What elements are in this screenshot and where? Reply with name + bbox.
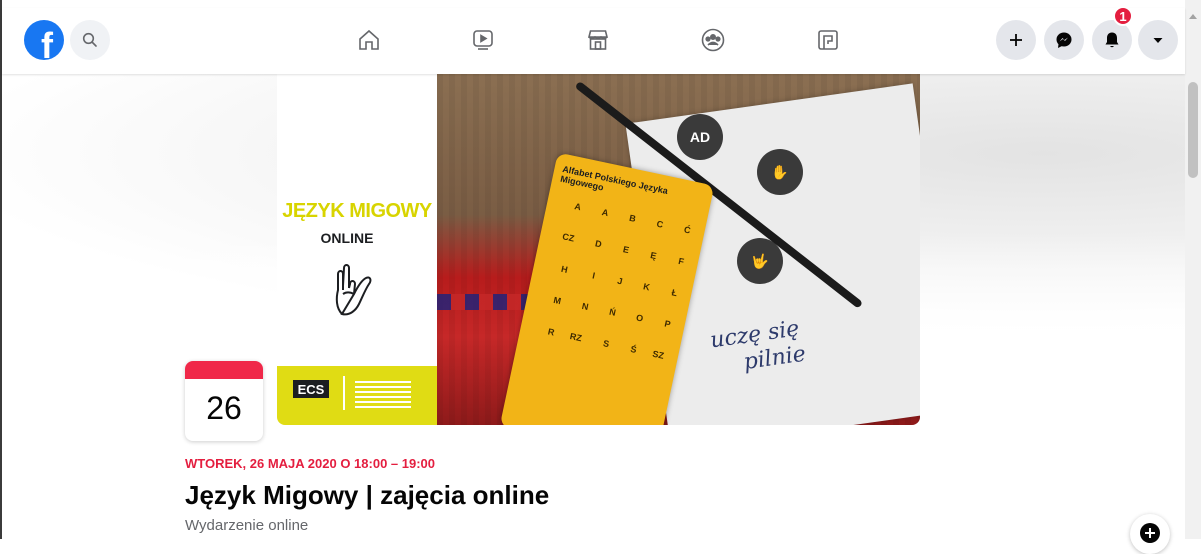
gaming-icon <box>818 30 838 50</box>
account-menu-button[interactable] <box>1138 20 1178 60</box>
event-type: Wydarzenie online <box>185 517 309 534</box>
scrollbar-thumb[interactable] <box>1188 82 1198 178</box>
alphabet-letter: D <box>594 238 603 250</box>
sign-language-hand-icon <box>332 264 378 323</box>
notification-count-badge: 1 <box>1113 6 1133 26</box>
alphabet-letter: N <box>580 300 590 313</box>
bell-icon <box>1105 32 1119 48</box>
messenger-button[interactable] <box>1044 20 1084 60</box>
alphabet-letter: F <box>677 255 685 267</box>
ecs-logo: ECS <box>293 380 329 398</box>
audio-description-badge: AD <box>677 114 723 160</box>
create-button[interactable] <box>996 20 1036 60</box>
plus-circle-icon <box>1140 523 1160 543</box>
alphabet-letter: CZ <box>561 231 576 244</box>
plus-icon <box>1010 34 1022 46</box>
gaming-nav-button[interactable] <box>810 22 846 58</box>
alphabet-letter: B <box>628 212 637 224</box>
alphabet-letter: A <box>600 207 610 219</box>
alphabet-letter: Ę <box>649 250 658 262</box>
window-top-edge <box>0 0 1201 8</box>
watch-icon <box>473 30 493 50</box>
alphabet-letter: E <box>622 244 631 256</box>
alphabet-letter: Ć <box>683 224 692 236</box>
event-date-card: 26 <box>185 361 263 441</box>
partner-logo <box>355 378 411 408</box>
facebook-logo-letter: f <box>41 25 53 61</box>
watch-nav-button[interactable] <box>465 22 501 58</box>
alphabet-letter: RZ <box>568 331 583 344</box>
scrollbar-track[interactable] <box>1185 0 1201 539</box>
event-title: Język Migowy | zajęcia online <box>185 480 550 510</box>
alphabet-letter: Ń <box>608 306 617 318</box>
alphabet-letter: H <box>560 263 569 275</box>
caret-down-icon <box>1153 38 1163 43</box>
new-message-button[interactable] <box>1130 514 1170 554</box>
logo-divider <box>343 376 345 410</box>
alphabet-letter: O <box>635 312 645 324</box>
top-navigation-bar: f <box>2 8 1185 74</box>
alphabet-letter: S <box>602 338 611 350</box>
notifications-button[interactable] <box>1092 20 1132 60</box>
calendar-card-header <box>185 361 263 379</box>
messenger-icon <box>1056 32 1072 48</box>
ecs-logo-band: ECS <box>277 366 437 425</box>
alphabet-letter: C <box>655 218 665 230</box>
groups-nav-button[interactable] <box>695 22 731 58</box>
cover-photograph: AD ✋ 🤟 Alfabet Polskiego Języka Migowego… <box>437 74 920 425</box>
cover-text-panel: JĘZYK MIGOWY ONLINE ECS <box>277 74 437 425</box>
alphabet-letter: Ł <box>670 287 679 299</box>
alphabet-letter: SZ <box>651 348 665 361</box>
search-button[interactable] <box>70 20 110 60</box>
home-nav-button[interactable] <box>351 22 387 58</box>
search-icon <box>82 32 97 47</box>
event-date-time: WTOREK, 26 MAJA 2020 O 18:00 – 19:00 <box>185 456 436 471</box>
alphabet-letter: I <box>591 270 597 281</box>
scroll-up-arrow-icon[interactable] <box>1189 14 1197 19</box>
alphabet-letter: Ś <box>629 343 638 355</box>
groups-icon <box>701 28 725 52</box>
event-cover-photo[interactable]: JĘZYK MIGOWY ONLINE ECS AD ✋ 🤟 Alfabet P… <box>277 74 920 425</box>
event-day-number: 26 <box>206 390 242 426</box>
alphabet-letter: K <box>642 281 651 293</box>
hand-star-icon: ✋ <box>757 149 803 195</box>
alphabet-letter: A <box>573 201 582 213</box>
facebook-logo[interactable]: f <box>24 20 64 60</box>
marketplace-nav-button[interactable] <box>580 22 616 58</box>
alphabet-letter: M <box>552 294 563 307</box>
alphabet-letter: P <box>663 318 672 330</box>
alphabet-letter: R <box>546 326 556 338</box>
cover-subtitle: ONLINE <box>320 230 374 246</box>
alphabet-grid: A A B C Ć CZ D E Ę F H I J K Ł M N Ń O P <box>530 182 699 362</box>
alphabet-letter: J <box>616 275 624 287</box>
cover-title: JĘZYK MIGOWY <box>282 200 432 222</box>
home-icon <box>359 29 379 50</box>
marketplace-icon <box>587 30 609 50</box>
